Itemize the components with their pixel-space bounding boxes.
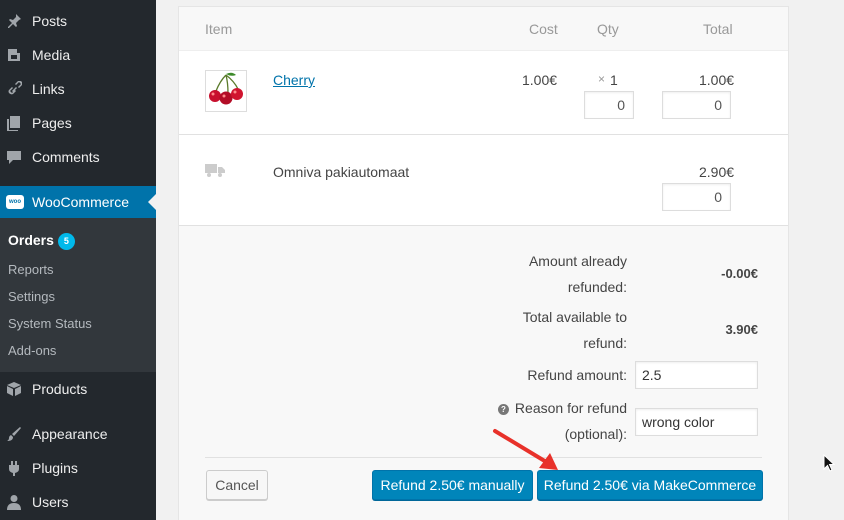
- amount-already-refunded-label: Amount already refunded:: [528, 253, 627, 295]
- column-header-item: Item: [205, 21, 233, 37]
- sidebar-item-label: Pages: [32, 115, 72, 131]
- woocommerce-submenu: Orders 5 Reports Settings System Status A…: [0, 218, 156, 372]
- sidebar-item-label: Appearance: [32, 426, 108, 442]
- sidebar-item-label: Products: [32, 381, 88, 397]
- sidebar-item-media[interactable]: Media: [0, 38, 156, 72]
- plugin-icon: [7, 461, 21, 476]
- line-item-row: Cherry 1.00€ × 1 1.00€: [179, 51, 788, 135]
- sidebar-item-label: Posts: [32, 13, 68, 29]
- shipping-row: Omniva pakiautomaat 2.90€: [179, 135, 788, 226]
- qty-times-sign: ×: [598, 72, 606, 86]
- sidebar-item-label: Comments: [32, 149, 100, 165]
- sidebar-item-posts[interactable]: Posts: [0, 4, 156, 38]
- items-table-header: Item Cost Qty Total: [179, 7, 788, 51]
- sidebar-item-label: Users: [32, 494, 69, 510]
- sidebar-item-label: Media: [32, 47, 71, 63]
- submenu-item-settings[interactable]: Settings: [8, 289, 55, 304]
- comment-icon: [7, 150, 21, 164]
- pin-icon: [7, 14, 21, 28]
- annotation-arrow: [493, 429, 558, 470]
- sidebar-item-plugins[interactable]: Plugins: [0, 451, 156, 485]
- total-available-value: 3.90€: [725, 322, 758, 337]
- sidebar-item-pages[interactable]: Pages: [0, 106, 156, 140]
- submenu-item-orders[interactable]: Orders 5: [8, 232, 75, 250]
- order-items-panel: Item Cost Qty Total Cherry 1.00€ × 1 1.0…: [178, 6, 789, 520]
- active-indicator: [148, 194, 156, 210]
- refund-totals-section: Amount already refunded: -0.00€ Total av…: [179, 226, 788, 520]
- media-icon: [7, 48, 21, 62]
- sidebar-item-label: WooCommerce: [32, 194, 129, 210]
- item-total: 1.00€: [699, 72, 735, 88]
- cancel-button[interactable]: Cancel: [206, 470, 268, 500]
- refund-reason-input[interactable]: [635, 408, 758, 436]
- total-available-label: Total available to refund:: [522, 309, 627, 351]
- refund-line-total-input[interactable]: [662, 91, 731, 119]
- woo-icon: woo: [6, 195, 24, 209]
- column-header-cost: Cost: [529, 21, 558, 37]
- refund-qty-input[interactable]: [584, 91, 634, 119]
- refund-shipping-total-input[interactable]: [662, 183, 731, 211]
- link-icon: [7, 81, 22, 96]
- sidebar-item-woocommerce[interactable]: woo WooCommerce: [0, 186, 156, 218]
- truck-icon: [205, 163, 225, 180]
- sidebar-item-comments[interactable]: Comments: [0, 140, 156, 174]
- pages-icon: [7, 116, 21, 131]
- column-header-total: Total: [703, 21, 733, 37]
- product-link[interactable]: Cherry: [273, 72, 315, 88]
- orders-count-badge: 5: [57, 233, 75, 250]
- help-icon[interactable]: ?: [497, 404, 509, 415]
- submenu-item-reports[interactable]: Reports: [8, 262, 54, 277]
- brush-icon: [7, 427, 21, 441]
- submenu-item-add-ons[interactable]: Add-ons: [8, 343, 56, 358]
- refund-amount-label: Refund amount:: [527, 367, 627, 383]
- column-header-qty: Qty: [597, 21, 619, 37]
- user-icon: [7, 495, 21, 510]
- sidebar-item-appearance[interactable]: Appearance: [0, 417, 156, 451]
- sidebar-item-label: Plugins: [32, 460, 78, 476]
- refund-via-makecommerce-button[interactable]: Refund 2.50€ via MakeCommerce: [537, 470, 763, 500]
- sidebar-item-label: Links: [32, 81, 65, 97]
- submenu-item-system-status[interactable]: System Status: [8, 316, 92, 331]
- refund-amount-input[interactable]: [635, 361, 758, 389]
- shipping-method-name: Omniva pakiautomaat: [273, 164, 410, 180]
- item-qty: 1: [610, 72, 618, 88]
- products-icon: [7, 382, 21, 396]
- admin-sidebar: Posts Media Links Pages Comments woo Woo…: [0, 0, 156, 520]
- submenu-item-label: Orders: [8, 232, 54, 248]
- sidebar-item-products[interactable]: Products: [0, 372, 156, 406]
- amount-already-refunded-value: -0.00€: [721, 266, 758, 281]
- shipping-total: 2.90€: [699, 164, 735, 180]
- sidebar-item-links[interactable]: Links: [0, 72, 156, 106]
- sidebar-item-users[interactable]: Users: [0, 485, 156, 519]
- product-thumbnail[interactable]: [205, 70, 247, 112]
- mouse-cursor-icon: [823, 454, 836, 472]
- divider: [205, 457, 762, 458]
- item-cost: 1.00€: [522, 72, 558, 88]
